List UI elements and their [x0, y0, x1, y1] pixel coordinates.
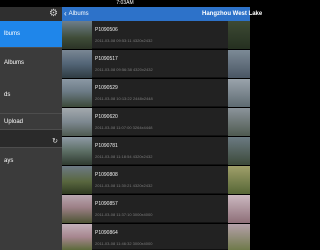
gear-icon[interactable]: ⚙ — [49, 9, 59, 19]
photo-thumbnail[interactable] — [228, 137, 250, 165]
photo-thumbnail[interactable] — [228, 108, 250, 136]
list-item[interactable]: P1090808 2011-03-08 11:30:21 4320x2432 — [62, 166, 250, 195]
photo-name: P1090857 — [95, 201, 118, 207]
photo-name: P1090506 — [95, 27, 118, 33]
content-header: ‹ Albums Hangzhou West Lake — [62, 7, 262, 21]
sidebar-item-albums[interactable]: lbums — [0, 21, 62, 47]
chevron-left-icon: ‹ — [64, 9, 67, 18]
photo-name: P1090864 — [95, 230, 118, 236]
photo-info[interactable]: P1090529 2011-03-08 10:13:22 2448x2448 — [92, 79, 228, 107]
page-title: Hangzhou West Lake — [202, 11, 263, 17]
sidebar-item-label: lbums — [4, 31, 21, 37]
sidebar-item-days[interactable]: ays — [0, 147, 62, 173]
photo-info[interactable]: P1090808 2011-03-08 11:30:21 4320x2432 — [92, 166, 228, 194]
photo-thumbnail[interactable] — [228, 166, 250, 194]
list-item[interactable]: P1090529 2011-03-08 10:13:22 2448x2448 — [62, 79, 250, 108]
photo-meta: 2011-03-08 11:37:10 3000x4000 — [95, 212, 153, 217]
photo-meta: 2011-03-08 09:53:11 4320x2432 — [95, 38, 153, 43]
photo-meta: 2011-03-08 11:18:54 4320x2432 — [95, 154, 153, 159]
photo-thumbnail[interactable] — [62, 108, 92, 136]
back-button-label: Albums — [68, 11, 89, 17]
photo-meta: 2011-03-08 11:07:00 3264x4448 — [95, 125, 153, 130]
list-item[interactable]: P1090620 2011-03-08 11:07:00 3264x4448 — [62, 108, 250, 137]
photo-thumbnail[interactable] — [228, 195, 250, 223]
photo-thumbnail[interactable] — [228, 79, 250, 107]
photo-meta: 2011-03-08 09:56:38 4320x2432 — [95, 67, 153, 72]
status-bar: 7:03AM — [0, 0, 250, 7]
photo-info[interactable]: P1090517 2011-03-08 09:56:38 4320x2432 — [92, 50, 228, 78]
photo-info[interactable]: P1090781 2011-03-08 11:18:54 4320x2432 — [92, 137, 228, 165]
photo-thumbnail[interactable] — [62, 79, 92, 107]
photo-meta: 2011-03-08 11:46:32 3000x4000 — [95, 241, 153, 246]
status-time: 7:03AM — [116, 0, 134, 6]
photo-thumbnail[interactable] — [62, 166, 92, 194]
photo-name: P1090808 — [95, 172, 118, 178]
photo-info[interactable]: P1090506 2011-03-08 09:53:11 4320x2432 — [92, 21, 228, 49]
sidebar-item-label: ays — [4, 157, 14, 164]
photo-thumbnail[interactable] — [62, 137, 92, 165]
photo-thumbnail[interactable] — [228, 21, 250, 49]
back-button[interactable]: ‹ Albums — [64, 7, 89, 21]
photo-list: P1090506 2011-03-08 09:53:11 4320x2432 P… — [62, 21, 250, 250]
photo-info[interactable]: P1090620 2011-03-08 11:07:00 3264x4448 — [92, 108, 228, 136]
photo-name: P1090781 — [95, 143, 118, 149]
photo-thumbnail[interactable] — [62, 21, 92, 49]
sidebar: ⚙ lbums Albums ds Upload ↻ ays — [0, 7, 62, 250]
photo-meta: 2011-03-08 10:13:22 2448x2448 — [95, 96, 153, 101]
list-item[interactable]: P1090506 2011-03-08 09:53:11 4320x2432 — [62, 21, 250, 50]
photo-info[interactable]: P1090864 2011-03-08 11:46:32 3000x4000 — [92, 224, 228, 250]
photo-thumbnail[interactable] — [62, 224, 92, 250]
photo-name: P1090529 — [95, 85, 118, 91]
photo-thumbnail[interactable] — [228, 224, 250, 250]
sidebar-item-label: Upload — [4, 118, 24, 125]
list-item[interactable]: P1090864 2011-03-08 11:46:32 3000x4000 — [62, 224, 250, 250]
photo-thumbnail[interactable] — [62, 50, 92, 78]
sidebar-item-downloads[interactable]: ds — [0, 77, 62, 113]
list-item[interactable]: P1090857 2011-03-08 11:37:10 3000x4000 — [62, 195, 250, 224]
photo-name: P1090517 — [95, 56, 118, 62]
list-item[interactable]: P1090781 2011-03-08 11:18:54 4320x2432 — [62, 137, 250, 166]
photo-meta: 2011-03-08 11:30:21 4320x2432 — [95, 183, 153, 188]
sidebar-item-upload[interactable]: Upload — [0, 113, 62, 129]
photo-info[interactable]: P1090857 2011-03-08 11:37:10 3000x4000 — [92, 195, 228, 223]
sidebar-section-header: ↻ — [0, 135, 62, 147]
sidebar-item-shared-albums[interactable]: Albums — [0, 47, 62, 77]
photo-thumbnail[interactable] — [62, 195, 92, 223]
sidebar-item-label: Albums — [4, 59, 25, 66]
photo-thumbnail[interactable] — [228, 50, 250, 78]
sidebar-item-label: ds — [4, 92, 11, 98]
list-item[interactable]: P1090517 2011-03-08 09:56:38 4320x2432 — [62, 50, 250, 79]
refresh-icon[interactable]: ↻ — [52, 137, 58, 145]
sidebar-header: ⚙ — [0, 7, 62, 21]
photo-name: P1090620 — [95, 114, 118, 120]
